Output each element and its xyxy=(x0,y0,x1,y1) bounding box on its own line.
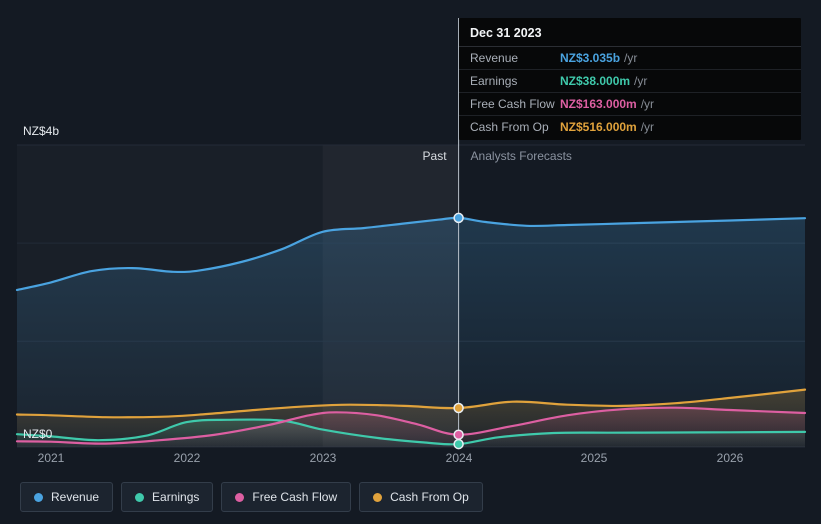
past-region-label: Past xyxy=(422,149,447,163)
earnings-legend-dot-icon xyxy=(135,492,145,502)
tooltip-row-revenue: Revenue NZ$3.035b/yr xyxy=(459,47,801,70)
tooltip-value: NZ$163.000m xyxy=(560,97,637,111)
tooltip-value-suffix: /yr xyxy=(634,74,648,88)
cash-from-op-legend-dot-icon xyxy=(373,492,383,502)
tooltip-row-free-cash-flow: Free Cash Flow NZ$163.000m/yr xyxy=(459,93,801,116)
legend-button-cash-from-op[interactable]: Cash From Op xyxy=(359,482,483,512)
cash-from-op-marker[interactable] xyxy=(453,402,464,414)
tooltip-label: Free Cash Flow xyxy=(470,97,555,111)
legend-label: Free Cash Flow xyxy=(252,490,338,504)
x-tick-2022: 2022 xyxy=(173,451,201,465)
legend-label: Revenue xyxy=(51,490,100,504)
legend-label: Cash From Op xyxy=(390,490,469,504)
tooltip-value: NZ$516.000m xyxy=(560,120,637,134)
tooltip-value: NZ$3.035b xyxy=(560,51,621,65)
legend-button-free-cash-flow[interactable]: Free Cash Flow xyxy=(221,482,352,512)
x-tick-2023: 2023 xyxy=(309,451,337,465)
chart-legend: Revenue Earnings Free Cash Flow Cash From O… xyxy=(20,482,483,512)
y-axis-zero-label: NZ$0 xyxy=(23,427,53,441)
legend-button-earnings[interactable]: Earnings xyxy=(121,482,214,512)
y-axis-top-label: NZ$4b xyxy=(23,124,60,138)
x-tick-2025: 2025 xyxy=(580,451,608,465)
tooltip-label: Cash From Op xyxy=(470,120,549,134)
forecast-region-label: Analysts Forecasts xyxy=(470,149,572,163)
tooltip-date: Dec 31 2023 xyxy=(459,18,801,47)
earnings-revenue-chart-widget: NZ$4b NZ$0 Past Analysts Forecasts 2021 2… xyxy=(0,0,821,524)
tooltip-value: NZ$38.000m xyxy=(560,74,631,88)
free-cash-flow-marker[interactable] xyxy=(453,429,464,440)
earnings-marker[interactable] xyxy=(453,438,464,450)
tooltip-label: Earnings xyxy=(470,74,518,88)
free-cash-flow-legend-dot-icon xyxy=(235,492,245,502)
x-tick-2024: 2024 xyxy=(445,451,473,465)
x-tick-2026: 2026 xyxy=(716,451,744,465)
legend-label: Earnings xyxy=(152,490,200,504)
tooltip-row-earnings: Earnings NZ$38.000m/yr xyxy=(459,70,801,93)
tooltip-value-suffix: /yr xyxy=(640,97,655,111)
x-tick-2021: 2021 xyxy=(37,451,65,465)
tooltip-label: Revenue xyxy=(470,51,519,65)
revenue-marker[interactable] xyxy=(453,212,464,224)
revenue-legend-dot-icon xyxy=(34,492,43,502)
tooltip-row-cash-from-op: Cash From Op NZ$516.000m/yr xyxy=(459,116,801,140)
tooltip-value-suffix: /yr xyxy=(624,51,638,65)
legend-button-revenue[interactable]: Revenue xyxy=(20,482,114,512)
tooltip-value-suffix: /yr xyxy=(640,120,655,134)
data-tooltip: Dec 31 2023 Revenue NZ$3.035b/yr Earnings N… xyxy=(459,18,801,140)
